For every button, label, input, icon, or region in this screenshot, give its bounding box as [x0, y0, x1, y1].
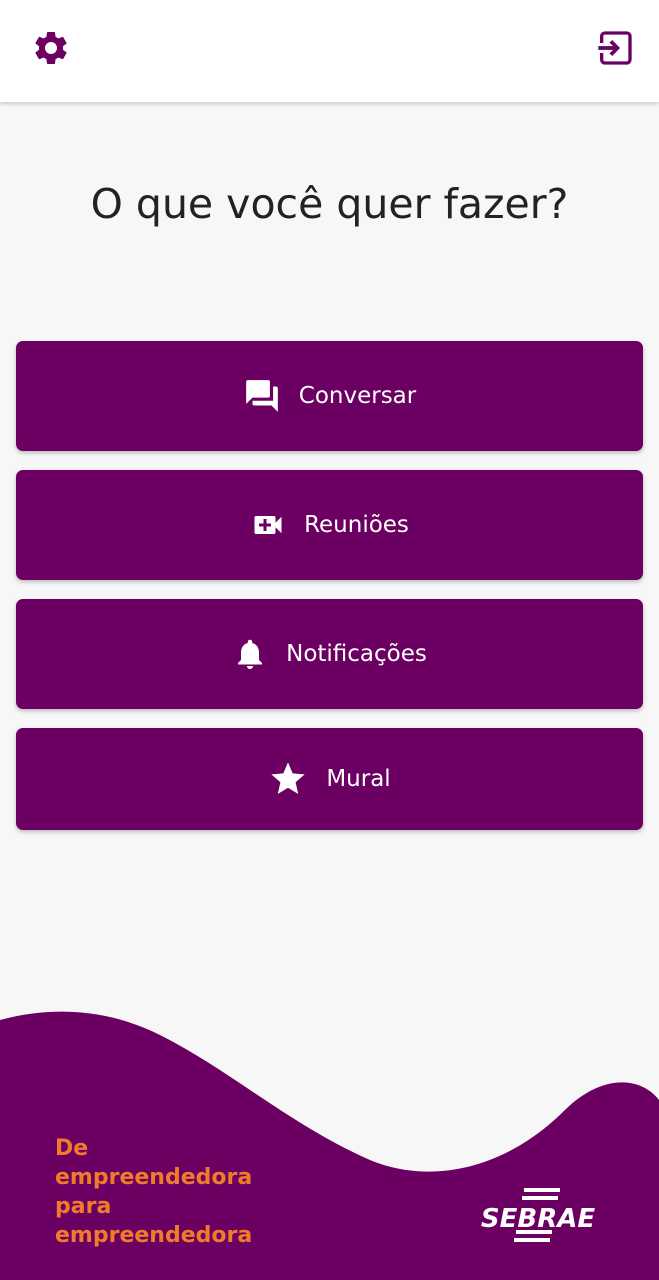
bell-icon — [232, 636, 268, 672]
logout-icon — [595, 28, 635, 72]
notificacoes-button[interactable]: Notificações — [16, 599, 643, 709]
chat-icon — [243, 377, 281, 415]
page-title: O que você quer fazer? — [90, 180, 569, 228]
notificacoes-label: Notificações — [286, 641, 427, 667]
footer-tagline: De empreendedora para empreendedora — [55, 1134, 252, 1250]
logout-button[interactable] — [591, 26, 639, 74]
tagline-line-4: empreendedora — [55, 1223, 253, 1248]
sebrae-logo-text: SEBRAE — [480, 1204, 596, 1234]
top-app-bar — [0, 0, 659, 102]
conversar-label: Conversar — [298, 383, 417, 409]
tagline-line-3: para — [55, 1194, 112, 1219]
mural-button[interactable]: Mural — [16, 728, 643, 830]
reunioes-label: Reuniões — [304, 512, 409, 538]
gear-icon — [31, 28, 71, 72]
star-icon — [268, 759, 308, 799]
reunioes-button[interactable]: Reuniões — [16, 470, 643, 580]
sebrae-logo: SEBRAE — [476, 1186, 600, 1248]
mural-label: Mural — [326, 766, 391, 792]
tagline-line-1: De — [55, 1136, 89, 1161]
settings-button[interactable] — [27, 26, 75, 74]
tagline-line-2: empreendedora — [55, 1165, 253, 1190]
conversar-button[interactable]: Conversar — [16, 341, 643, 451]
home-screen: O que você quer fazer? Conversar Reuniõe… — [0, 0, 659, 1280]
video-plus-icon — [250, 507, 286, 543]
